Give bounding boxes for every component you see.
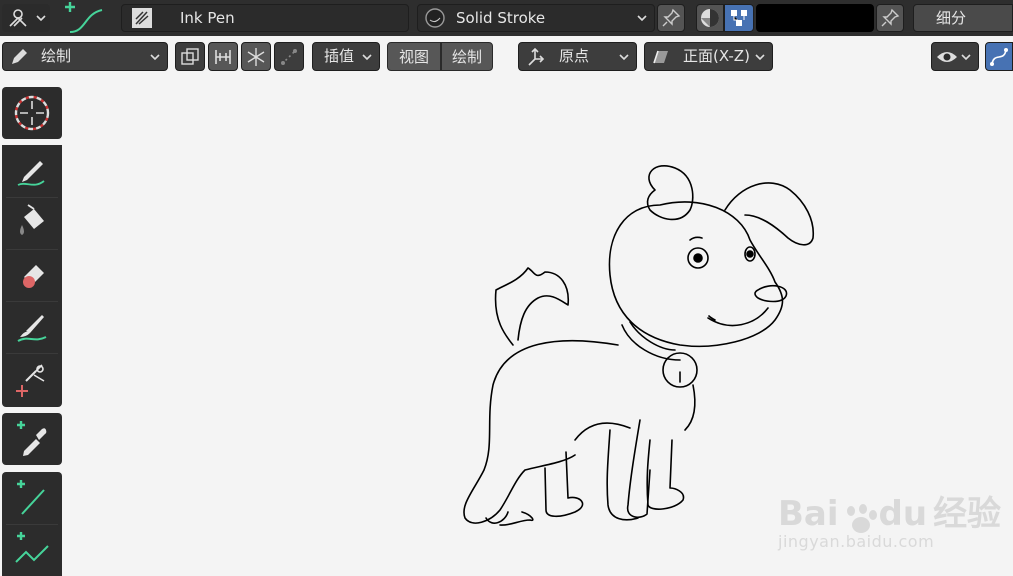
watermark-text-bai: Bai (778, 494, 839, 534)
watermark-text-du: du (878, 494, 928, 534)
watermark-logo: Bai du 经验 (778, 486, 1001, 535)
watermark-text-jingyan: 经验 (933, 494, 1002, 534)
watermark-paw-icon (839, 501, 879, 535)
watermark-url: jingyan.baidu.com (778, 532, 935, 551)
